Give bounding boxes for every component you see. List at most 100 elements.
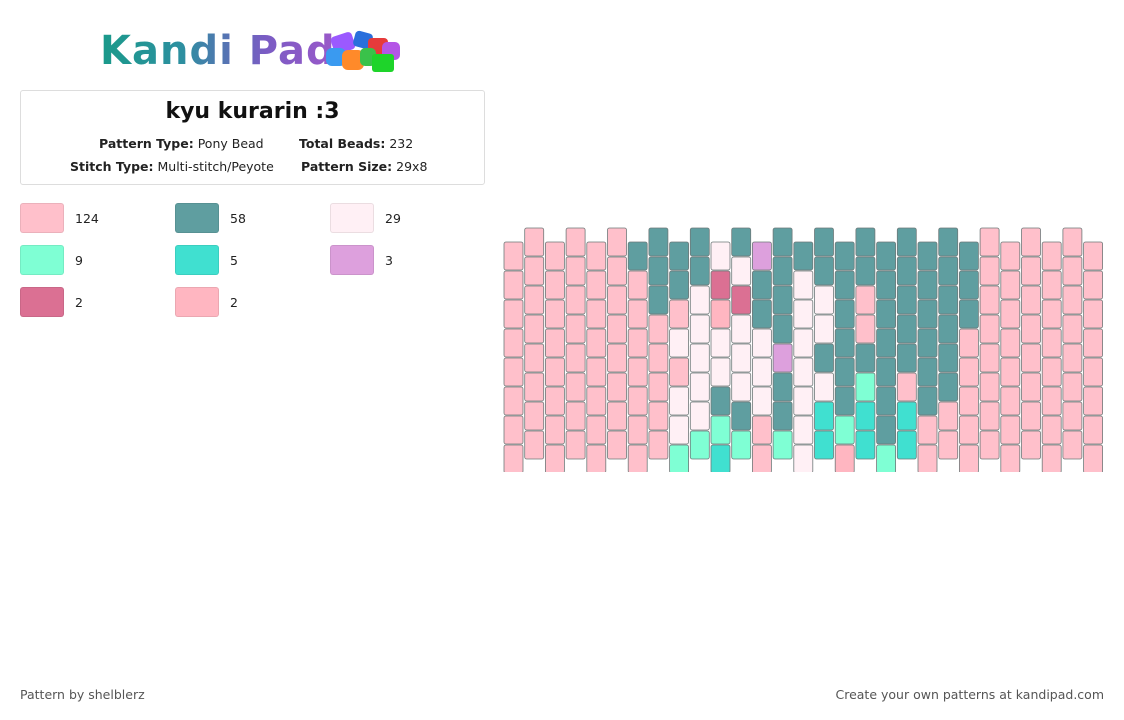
- kandipad-promo-link[interactable]: Create your own patterns at kandipad.com: [835, 687, 1104, 702]
- bead: [959, 444, 979, 472]
- bead: [731, 285, 752, 315]
- bead: [959, 241, 979, 271]
- bead: [772, 256, 793, 286]
- bead: [1062, 285, 1083, 315]
- bead: [979, 314, 1000, 344]
- bead: [814, 343, 834, 373]
- bead: [627, 357, 648, 387]
- bead: [710, 444, 731, 472]
- bead: [772, 372, 793, 402]
- bead: [959, 328, 979, 358]
- bead: [1021, 314, 1041, 344]
- bead: [855, 430, 876, 460]
- bead: [772, 343, 793, 373]
- bead: [627, 241, 648, 271]
- bead: [1083, 357, 1103, 387]
- bead: [545, 328, 565, 358]
- bead: [1021, 227, 1041, 257]
- bead: [1041, 357, 1062, 387]
- bead: [669, 270, 689, 300]
- bead: [855, 314, 876, 344]
- bead: [565, 256, 586, 286]
- bead: [876, 386, 896, 416]
- bead: [979, 343, 1000, 373]
- bead: [586, 386, 607, 416]
- bead: [689, 314, 710, 344]
- bead: [793, 415, 814, 445]
- bead: [731, 256, 752, 286]
- bead: [1041, 328, 1062, 358]
- bead: [607, 430, 627, 460]
- bead: [1000, 270, 1021, 300]
- bead: [752, 415, 772, 445]
- bead: [814, 227, 834, 257]
- bead: [1041, 415, 1062, 445]
- bead: [648, 430, 669, 460]
- bead: [1062, 343, 1083, 373]
- bead: [938, 430, 959, 460]
- bead: [1083, 270, 1103, 300]
- bead: [1062, 372, 1083, 402]
- bead-pattern-grid: [503, 227, 1103, 472]
- bead: [979, 227, 1000, 257]
- bead: [896, 256, 917, 286]
- bead: [689, 372, 710, 402]
- bead: [503, 357, 524, 387]
- bead: [1083, 241, 1103, 271]
- bead: [648, 343, 669, 373]
- bead: [565, 401, 586, 431]
- bead: [959, 270, 979, 300]
- bead: [917, 444, 938, 472]
- bead: [896, 343, 917, 373]
- bead: [938, 285, 959, 315]
- bead: [752, 241, 772, 271]
- bead: [1021, 256, 1041, 286]
- bead: [627, 444, 648, 472]
- bead: [731, 343, 752, 373]
- bead: [648, 314, 669, 344]
- bead: [607, 256, 627, 286]
- bead: [503, 415, 524, 445]
- bead: [669, 241, 689, 271]
- bead: [503, 299, 524, 329]
- bead: [524, 401, 545, 431]
- bead: [710, 415, 731, 445]
- bead: [1062, 430, 1083, 460]
- bead: [545, 444, 565, 472]
- bead: [524, 285, 545, 315]
- bead: [834, 299, 855, 329]
- bead: [917, 386, 938, 416]
- bead: [586, 270, 607, 300]
- bead: [586, 299, 607, 329]
- bead: [1083, 415, 1103, 445]
- bead: [648, 372, 669, 402]
- bead: [979, 372, 1000, 402]
- pattern-credit: Pattern by shelblerz: [20, 687, 145, 702]
- bead: [545, 357, 565, 387]
- bead: [855, 343, 876, 373]
- bead: [876, 241, 896, 271]
- bead: [876, 299, 896, 329]
- bead: [938, 227, 959, 257]
- bead: [917, 270, 938, 300]
- bead: [876, 415, 896, 445]
- bead: [565, 285, 586, 315]
- bead: [1062, 256, 1083, 286]
- bead: [1021, 343, 1041, 373]
- bead: [917, 328, 938, 358]
- bead: [793, 241, 814, 271]
- bead: [793, 444, 814, 472]
- bead: [1041, 386, 1062, 416]
- bead: [814, 285, 834, 315]
- bead: [876, 357, 896, 387]
- bead: [917, 415, 938, 445]
- bead: [855, 372, 876, 402]
- bead: [669, 444, 689, 472]
- bead: [627, 299, 648, 329]
- bead: [524, 227, 545, 257]
- bead: [503, 241, 524, 271]
- bead: [752, 328, 772, 358]
- bead: [586, 241, 607, 271]
- bead: [524, 343, 545, 373]
- bead: [545, 270, 565, 300]
